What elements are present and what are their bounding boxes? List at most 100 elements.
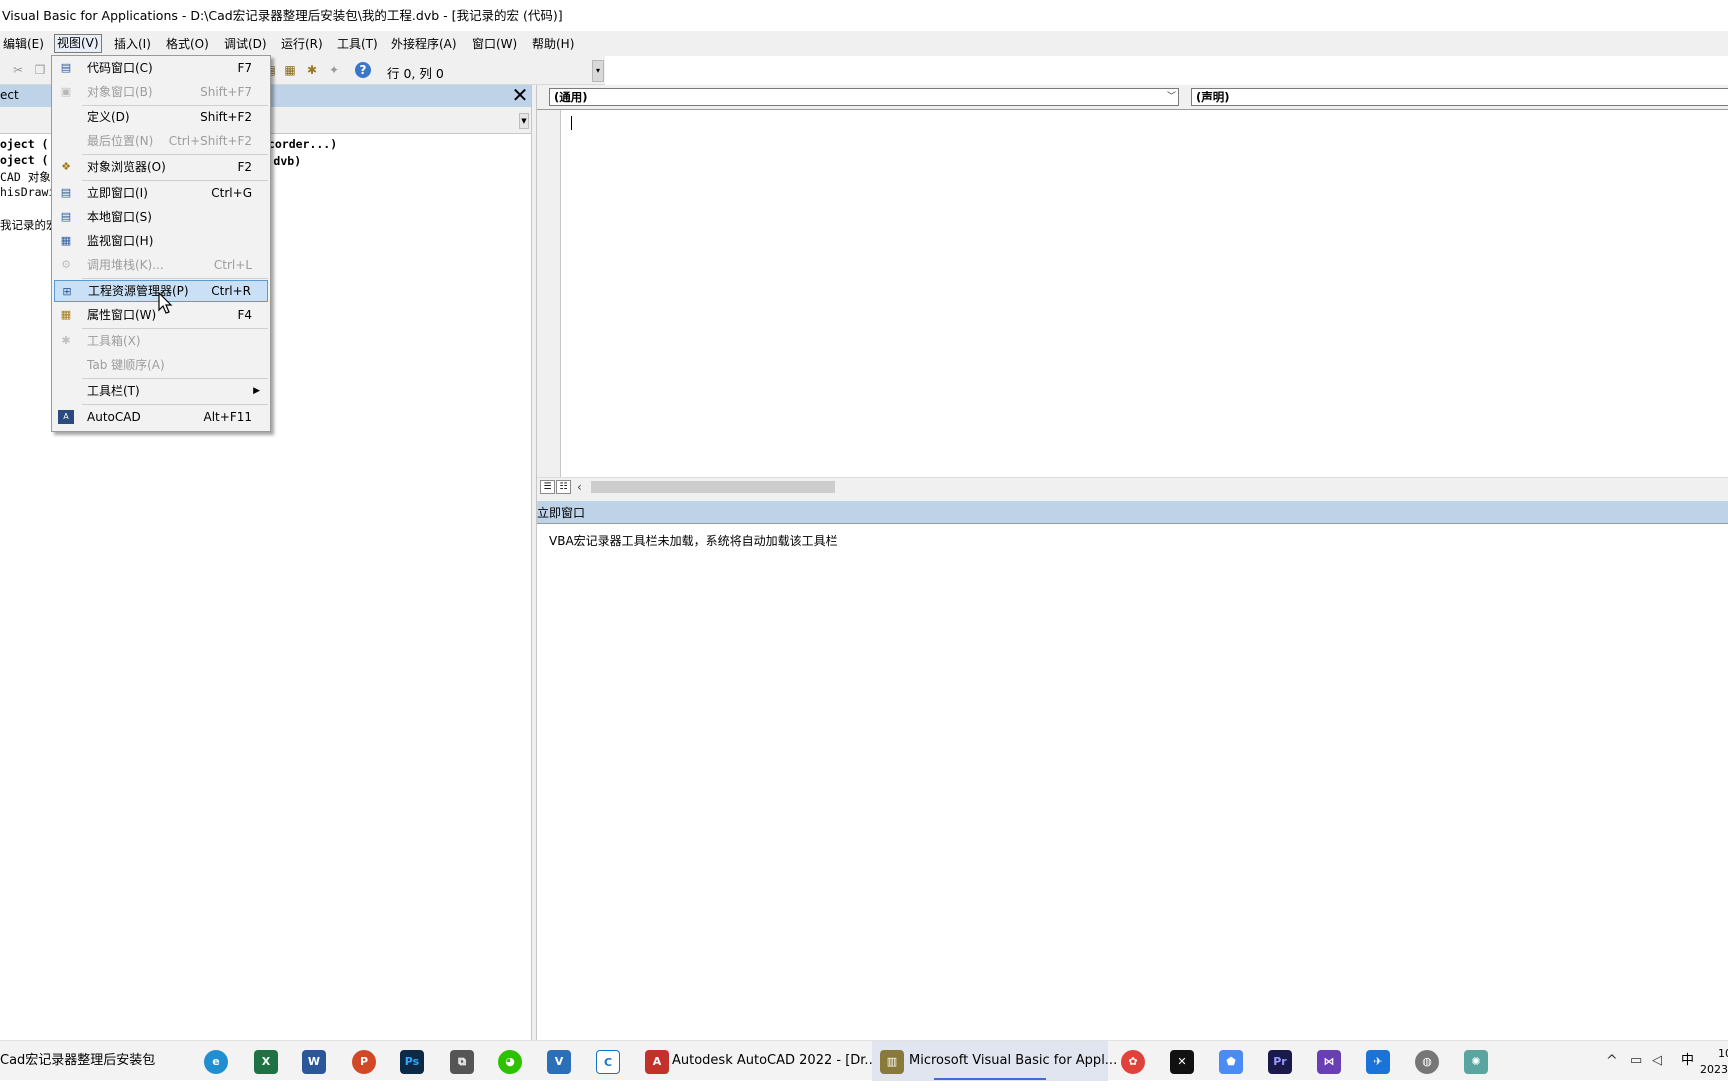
immediate-output: VBA宏记录器工具栏未加载，系统将自动加载该工具栏	[549, 534, 838, 548]
cursor-position: 行 0, 列 0	[387, 66, 444, 81]
menu-separator	[82, 180, 268, 181]
menu-help[interactable]: 帮助(H)	[530, 35, 576, 54]
menu-edit[interactable]: 编辑(E)	[1, 35, 46, 54]
procedure-combo-value: (声明)	[1196, 90, 1230, 104]
menu-item-autocad[interactable]: A AutoCAD Alt+F11	[54, 406, 268, 428]
menu-item-watch-window[interactable]: ▦ 监视窗口(H)	[54, 230, 268, 252]
ime-indicator[interactable]: 中	[1681, 1041, 1694, 1081]
title-bar: Visual Basic for Applications - D:\Cad宏记…	[0, 0, 1728, 31]
taskbar-folder-item[interactable]: Cad宏记录器整理后安装包	[0, 1041, 155, 1081]
tools-icon[interactable]: ✦	[326, 62, 342, 78]
edge-icon[interactable]: e	[204, 1050, 228, 1074]
object-browser-icon: ❖	[61, 160, 71, 173]
cut-icon[interactable]: ✂	[10, 62, 26, 78]
menu-addins[interactable]: 外接程序(A)	[389, 35, 459, 54]
properties-icon[interactable]: ▦	[282, 62, 298, 78]
call-stack-icon: ⚙	[61, 258, 71, 271]
taskbar-autocad-window[interactable]: Autodesk AutoCAD 2022 - [Dr...	[672, 1041, 877, 1081]
chevron-down-icon[interactable]: ▼	[519, 113, 529, 129]
bird-app-icon[interactable]: ✈	[1366, 1050, 1390, 1074]
menu-view[interactable]: 视图(V)	[54, 34, 102, 53]
globe-icon[interactable]: ◍	[1415, 1050, 1439, 1074]
autocad-icon: A	[58, 410, 74, 424]
volume-icon[interactable]: ◁	[1652, 1041, 1662, 1081]
submenu-arrow-icon: ▶	[253, 386, 260, 396]
menu-item-toolbox[interactable]: ✱ 工具箱(X)	[54, 330, 268, 352]
full-module-view-icon[interactable]: ☷	[556, 480, 571, 494]
tree-node-project-1[interactable]: oject (	[0, 137, 48, 151]
premiere-icon[interactable]: Pr	[1268, 1050, 1292, 1074]
toolbox-icon: ✱	[61, 334, 71, 347]
scroll-left-icon[interactable]: ‹	[577, 480, 582, 494]
powerpoint-icon[interactable]: P	[352, 1050, 376, 1074]
vba-window-icon[interactable]: ▥	[880, 1050, 904, 1074]
taskbar-vba-window[interactable]: Microsoft Visual Basic for Appl...	[909, 1041, 1117, 1081]
menu-tools[interactable]: 工具(T)	[335, 35, 380, 54]
menu-separator	[82, 278, 268, 279]
menu-item-code-window[interactable]: ▤ 代码窗口(C) F7	[54, 57, 268, 79]
menu-item-tab-order[interactable]: Tab 键顺序(A)	[54, 354, 268, 376]
procedure-combo[interactable]: (声明)	[1191, 88, 1728, 106]
code-editor[interactable]	[537, 109, 1728, 478]
immediate-window[interactable]: VBA宏记录器工具栏未加载，系统将自动加载该工具栏	[537, 523, 1728, 1040]
help-icon[interactable]: ?	[355, 62, 371, 78]
tray-chevron-icon[interactable]: ^	[1606, 1041, 1618, 1081]
view-menu-dropdown: ▤ 代码窗口(C) F7 ▣ 对象窗口(B) Shift+F7 定义(D) Sh…	[51, 55, 271, 432]
photoshop-icon[interactable]: Ps	[400, 1050, 424, 1074]
locals-window-icon: ▤	[60, 210, 72, 223]
menu-item-immediate-window[interactable]: ▤ 立即窗口(I) Ctrl+G	[54, 182, 268, 204]
vba-editor-icon[interactable]: V	[547, 1050, 571, 1074]
visual-studio-icon[interactable]: ⋈	[1317, 1050, 1341, 1074]
menu-format[interactable]: 格式(O)	[164, 35, 211, 54]
capcut-icon[interactable]: ✕	[1170, 1050, 1194, 1074]
c-app-icon[interactable]: C	[596, 1050, 620, 1074]
text-cursor	[571, 116, 572, 130]
menu-item-object-window[interactable]: ▣ 对象窗口(B) Shift+F7	[54, 81, 268, 103]
code-margin	[537, 110, 561, 478]
menu-insert[interactable]: 插入(I)	[112, 35, 153, 54]
gear-app-icon[interactable]: ✺	[1464, 1050, 1488, 1074]
menu-item-definition[interactable]: 定义(D) Shift+F2	[54, 106, 268, 128]
code-window-combo-bar: (通用) ﹀ (声明)	[537, 85, 1728, 109]
scroll-thumb[interactable]	[591, 481, 835, 493]
close-icon[interactable]: ✕	[509, 85, 531, 107]
taskbar: Cad宏记录器整理后安装包 e X W P Ps ⧉ ◕ V C A Autod…	[0, 1040, 1728, 1081]
tree-node-project-2[interactable]: oject (	[0, 153, 48, 167]
tree-node-autocad-objects[interactable]: CAD 对象	[0, 169, 51, 185]
tree-node-project-1-detail: ecorder...)	[261, 137, 338, 151]
tree-node-thisdrawing[interactable]: hisDrawi	[0, 185, 55, 199]
tree-node-my-macro[interactable]: 我记录的宏	[0, 217, 58, 233]
word-icon[interactable]: W	[302, 1050, 326, 1074]
toolbar-options-chevron[interactable]: ▾	[592, 60, 604, 82]
wechat-icon[interactable]: ◕	[498, 1050, 522, 1074]
excel-icon[interactable]: X	[254, 1050, 278, 1074]
menu-debug[interactable]: 调试(D)	[222, 35, 269, 54]
menu-separator	[82, 154, 268, 155]
menu-separator	[82, 328, 268, 329]
object-combo-value: (通用)	[554, 90, 588, 104]
code-horizontal-scrollbar[interactable]: ☰ ☷ ‹	[537, 477, 1728, 495]
procedure-view-icon[interactable]: ☰	[540, 480, 555, 494]
menu-item-last-position[interactable]: 最后位置(N) Ctrl+Shift+F2	[54, 130, 268, 152]
menu-run[interactable]: 运行(R)	[279, 35, 325, 54]
menu-window[interactable]: 窗口(W)	[470, 35, 519, 54]
menu-bar: 编辑(E) 视图(V) 插入(I) 格式(O) 调试(D) 运行(R) 工具(T…	[0, 31, 1728, 56]
properties-window-icon: ▦	[60, 308, 72, 321]
object-window-icon: ▣	[60, 85, 72, 98]
screen-capture-icon[interactable]: ⧉	[450, 1050, 474, 1074]
menu-item-call-stack[interactable]: ⚙ 调用堆栈(K)... Ctrl+L	[54, 254, 268, 276]
immediate-window-title: 立即窗口	[537, 506, 586, 520]
project-explorer-icon: ⊞	[62, 285, 72, 298]
toolbox-icon[interactable]: ✱	[304, 62, 320, 78]
copy-icon[interactable]: ❐	[32, 62, 48, 78]
network-icon[interactable]: ▭	[1630, 1041, 1642, 1081]
clock-date[interactable]: 2023	[1700, 1050, 1728, 1090]
menu-item-locals-window[interactable]: ▤ 本地窗口(S)	[54, 206, 268, 228]
object-combo[interactable]: (通用) ﹀	[549, 88, 1179, 106]
menu-item-object-browser[interactable]: ❖ 对象浏览器(O) F2	[54, 156, 268, 178]
menu-item-toolbars[interactable]: 工具栏(T) ▶	[54, 380, 268, 402]
pentagon-app-icon[interactable]: ⬟	[1219, 1050, 1243, 1074]
colorful-app-icon[interactable]: ✿	[1121, 1050, 1145, 1074]
autocad-taskbar-icon[interactable]: A	[645, 1050, 669, 1074]
window-title: Visual Basic for Applications - D:\Cad宏记…	[2, 8, 563, 23]
